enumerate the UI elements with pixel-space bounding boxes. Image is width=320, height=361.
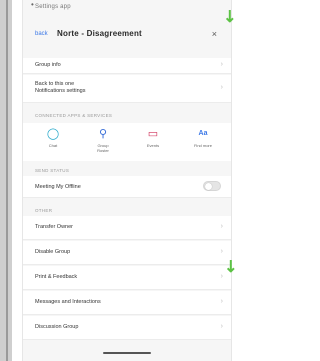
tree-icon: ⚲: [98, 128, 108, 140]
offline-toggle[interactable]: [203, 181, 221, 191]
list-item-label: Group info: [35, 62, 61, 68]
left-scrollbar[interactable]: [0, 0, 12, 361]
app-chat[interactable]: ◯ Chat: [33, 127, 73, 148]
chevron-right-icon: ›: [220, 298, 223, 305]
list-item-group-info[interactable]: Group info ›: [23, 58, 231, 74]
list-item-messages[interactable]: Messages and Interactions ›: [23, 291, 231, 315]
chevron-right-icon: ›: [220, 223, 223, 230]
section-header-apps: CONNECTED APPS & SERVICES: [35, 113, 113, 118]
list-item-disable[interactable]: Disable Group ›: [23, 241, 231, 265]
list-item-label: Discussion Group: [35, 324, 79, 330]
phone-screen: • Settings app back Norte - Disagreement…: [22, 0, 232, 361]
app-group-roster[interactable]: ⚲ Group Roster: [83, 127, 123, 153]
chevron-right-icon: ›: [220, 61, 223, 68]
app-events[interactable]: ▭ Events: [133, 127, 173, 148]
apps-row: ◯ Chat ⚲ Group Roster ▭ Events Aa Find m…: [23, 123, 231, 161]
app-label: Chat: [48, 143, 58, 148]
list-item-feedback[interactable]: Print & Feedback ›: [23, 266, 231, 290]
chevron-right-icon: ›: [220, 84, 223, 91]
toggle-knob: [205, 183, 212, 190]
chevron-right-icon: ›: [220, 248, 223, 255]
list-item-label: Print & Feedback: [35, 274, 78, 280]
list-item-label: Messages and Interactions: [35, 299, 101, 305]
list-item-discussion[interactable]: Discussion Group ›: [23, 316, 231, 340]
text-icon: Aa: [198, 130, 208, 137]
app-label: Group Roster: [97, 143, 109, 153]
list-item-transfer[interactable]: Transfer Owner ›: [23, 216, 231, 240]
chevron-right-icon: ›: [220, 323, 223, 330]
section-header-other: OTHER: [35, 208, 53, 213]
ring-icon: ◯: [46, 128, 60, 140]
scrollbar-thumb[interactable]: [6, 0, 8, 361]
list-item-label: Transfer Owner: [35, 224, 74, 230]
close-icon[interactable]: ×: [212, 29, 217, 39]
page-title: Norte - Disagreement: [57, 29, 142, 38]
app-label: Find more: [193, 143, 212, 148]
back-link[interactable]: back: [35, 31, 48, 37]
section-header-status: SEND STATUS: [35, 168, 70, 173]
chevron-right-icon: ›: [220, 273, 223, 280]
list-item-label: Meeting My Offline: [35, 184, 81, 190]
header: back Norte - Disagreement ×: [23, 24, 231, 46]
list-item-label: Disable Group: [35, 249, 71, 255]
list-item-label: Back to this one Notifications settings: [35, 81, 86, 94]
home-indicator[interactable]: [103, 352, 151, 354]
list-item-notifications[interactable]: Back to this one Notifications settings …: [23, 75, 231, 103]
app-label: Events: [146, 143, 160, 148]
status-text: Settings app: [35, 4, 71, 10]
app-find-more[interactable]: Aa Find more: [183, 127, 223, 148]
card-icon: ▭: [147, 128, 159, 140]
list-item-offline: Meeting My Offline: [23, 176, 231, 198]
